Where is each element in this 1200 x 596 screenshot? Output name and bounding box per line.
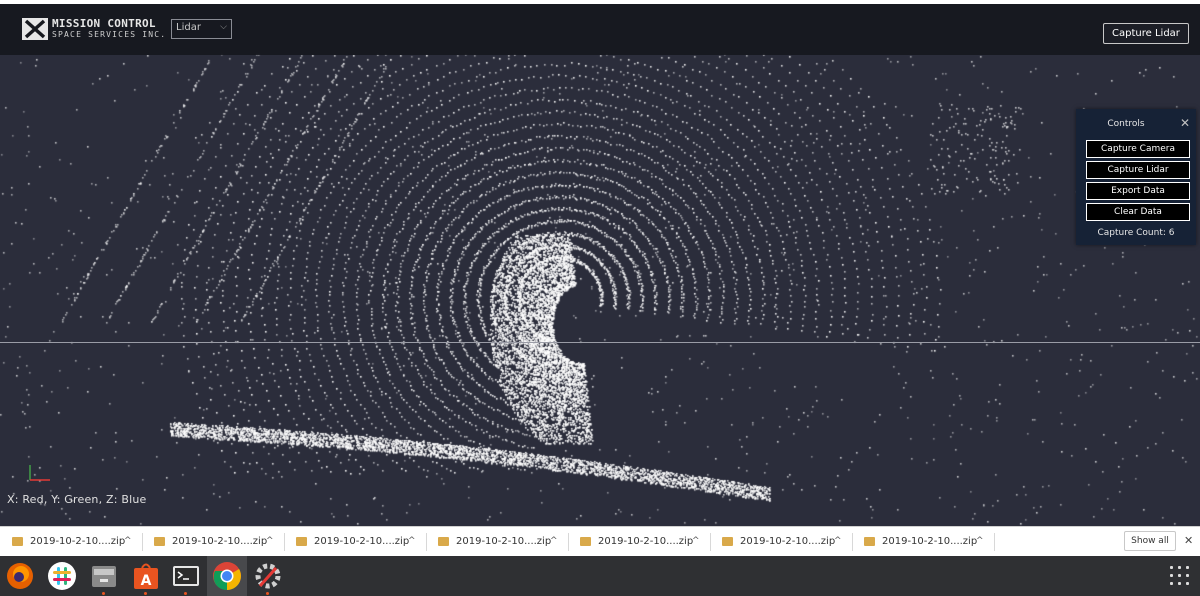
export-data-button[interactable]: Export Data (1086, 182, 1190, 200)
archive-icon (438, 537, 449, 546)
chevron-up-icon[interactable]: ^ (550, 536, 558, 546)
archive-icon (580, 537, 591, 546)
company-logo: MISSION CONTROL SPACE SERVICES INC. (22, 17, 165, 44)
terminal-icon[interactable] (170, 560, 202, 592)
chrome-icon[interactable] (211, 560, 243, 592)
capture-count: Capture Count: 6 (1097, 228, 1175, 238)
downloads-bar: 2019-10-2-10....zip ^ 2019-10-2-10....zi… (0, 526, 1200, 556)
download-filename: 2019-10-2-10....zip (456, 536, 552, 547)
slack-icon[interactable] (46, 560, 78, 592)
download-item[interactable]: 2019-10-2-10....zip ^ (142, 527, 282, 556)
download-filename: 2019-10-2-10....zip (172, 536, 268, 547)
chevron-up-icon[interactable]: ^ (976, 536, 984, 546)
chevron-up-icon[interactable]: ^ (408, 536, 416, 546)
axis-legend: X: Red, Y: Green, Z: Blue (7, 493, 147, 506)
axis-gizmo (29, 465, 50, 481)
download-item[interactable]: 2019-10-2-10....zip ^ (426, 527, 566, 556)
archive-icon (722, 537, 733, 546)
download-filename: 2019-10-2-10....zip (882, 536, 978, 547)
mode-select-value: Lidar (176, 22, 201, 33)
svg-text:A: A (141, 573, 152, 589)
close-icon[interactable]: ✕ (1184, 534, 1193, 547)
taskbar: A (0, 556, 1200, 596)
archive-icon (12, 537, 23, 546)
mode-select[interactable]: Lidar ⌵ (171, 19, 232, 39)
logo-subtitle: SPACE SERVICES INC. (52, 30, 167, 39)
running-indicator (102, 592, 105, 595)
download-item[interactable]: 2019-10-2-10....zip ^ (284, 527, 424, 556)
lidar-viewer[interactable]: MISSION CONTROL SPACE SERVICES INC. Lida… (0, 4, 1200, 526)
logo-title: MISSION CONTROL (52, 17, 156, 30)
archive-icon (296, 537, 307, 546)
files-icon[interactable] (88, 560, 120, 592)
running-indicator (266, 592, 269, 595)
chevron-up-icon[interactable]: ^ (692, 536, 700, 546)
app-grid-icon[interactable] (1170, 566, 1190, 586)
download-filename: 2019-10-2-10....zip (30, 536, 126, 547)
point-cloud[interactable] (0, 4, 1200, 526)
download-filename: 2019-10-2-10....zip (598, 536, 694, 547)
settings-tool-icon[interactable] (252, 560, 284, 592)
controls-capture-lidar-button[interactable]: Capture Lidar (1086, 161, 1190, 179)
close-icon[interactable]: ✕ (1180, 116, 1190, 130)
download-item[interactable]: 2019-10-2-10....zip ^ (852, 527, 992, 556)
chevron-up-icon[interactable]: ^ (124, 536, 132, 546)
controls-panel: Controls ✕ Capture Camera Capture Lidar … (1076, 109, 1196, 245)
horizon-line (0, 342, 1200, 343)
software-center-icon[interactable]: A (130, 560, 162, 592)
running-indicator (144, 592, 147, 595)
divider (994, 533, 995, 551)
show-all-button[interactable]: Show all (1124, 531, 1176, 551)
running-indicator (184, 592, 187, 595)
chevron-up-icon[interactable]: ^ (266, 536, 274, 546)
app-header: MISSION CONTROL SPACE SERVICES INC. Lida… (0, 4, 1200, 55)
firefox-icon[interactable] (4, 560, 36, 592)
download-item[interactable]: 2019-10-2-10....zip ^ (710, 527, 850, 556)
download-filename: 2019-10-2-10....zip (740, 536, 836, 547)
archive-icon (864, 537, 875, 546)
capture-camera-button[interactable]: Capture Camera (1086, 140, 1190, 158)
download-item[interactable]: 2019-10-2-10....zip ^ (568, 527, 708, 556)
clear-data-button[interactable]: Clear Data (1086, 203, 1190, 221)
chevron-up-icon[interactable]: ^ (834, 536, 842, 546)
controls-title: Controls (1107, 119, 1145, 129)
chevron-down-icon: ⌵ (220, 22, 227, 32)
download-filename: 2019-10-2-10....zip (314, 536, 410, 547)
download-item[interactable]: 2019-10-2-10....zip ^ (0, 527, 140, 556)
logo-mark-icon (22, 18, 48, 40)
capture-lidar-button[interactable]: Capture Lidar (1103, 23, 1189, 44)
archive-icon (154, 537, 165, 546)
